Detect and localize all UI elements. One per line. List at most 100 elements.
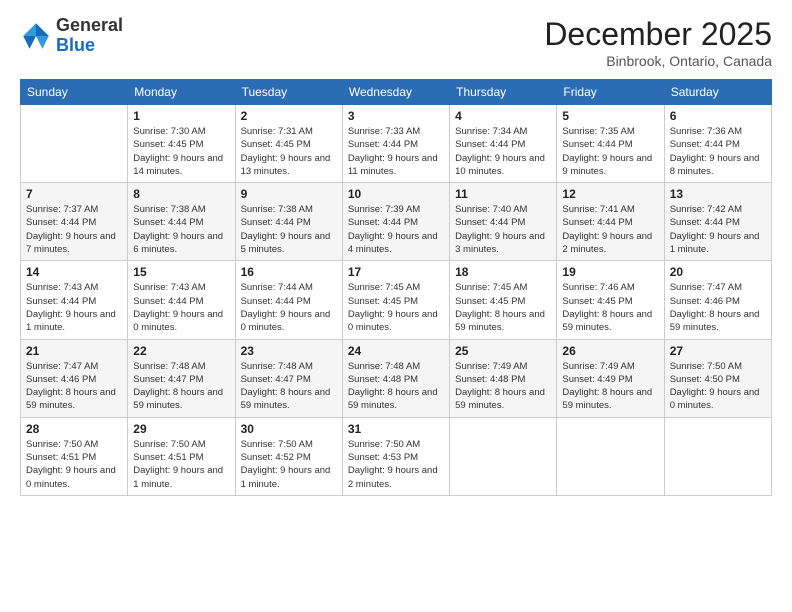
- weekday-header-saturday: Saturday: [664, 80, 771, 105]
- cell-info: Sunrise: 7:45 AMSunset: 4:45 PMDaylight:…: [348, 281, 444, 334]
- cell-day-number: 5: [562, 109, 658, 123]
- cell-info: Sunrise: 7:37 AMSunset: 4:44 PMDaylight:…: [26, 203, 122, 256]
- cell-info: Sunrise: 7:45 AMSunset: 4:45 PMDaylight:…: [455, 281, 551, 334]
- calendar-cell: 9Sunrise: 7:38 AMSunset: 4:44 PMDaylight…: [235, 183, 342, 261]
- cell-info: Sunrise: 7:50 AMSunset: 4:51 PMDaylight:…: [133, 438, 229, 491]
- calendar-cell: 30 Sunrise: 7:50 AMSunset: 4:52 PMDayligh…: [235, 417, 342, 495]
- calendar-cell: 21 Sunrise: 7:47 AMSunset: 4:46 PMDayligh…: [21, 339, 128, 417]
- cell-info: Sunrise: 7:38 AMSunset: 4:44 PMDaylight:…: [241, 203, 337, 256]
- logo-text: General Blue: [56, 16, 123, 56]
- calendar-cell: 8Sunrise: 7:38 AMSunset: 4:44 PMDaylight…: [128, 183, 235, 261]
- calendar-cell: 18 Sunrise: 7:45 AMSunset: 4:45 PMDayligh…: [450, 261, 557, 339]
- cell-info: Sunrise: 7:50 AMSunset: 4:52 PMDaylight:…: [241, 438, 337, 491]
- calendar-cell: 24Sunrise: 7:48 AMSunset: 4:48 PMDayligh…: [342, 339, 449, 417]
- calendar-table: SundayMondayTuesdayWednesdayThursdayFrid…: [20, 79, 772, 496]
- cell-day-number: 30: [241, 422, 337, 436]
- cell-info: Sunrise: 7:44 AMSunset: 4:44 PMDaylight:…: [241, 281, 337, 334]
- calendar-cell: 27Sunrise: 7:50 AMSunset: 4:50 PMDayligh…: [664, 339, 771, 417]
- weekday-header-thursday: Thursday: [450, 80, 557, 105]
- weekday-header-sunday: Sunday: [21, 80, 128, 105]
- cell-info: Sunrise: 7:50 AMSunset: 4:51 PMDaylight:…: [26, 438, 122, 491]
- logo-blue: Blue: [56, 36, 123, 56]
- cell-day-number: 1: [133, 109, 229, 123]
- cell-day-number: 6: [670, 109, 766, 123]
- calendar-week-3: 14 Sunrise: 7:43 AMSunset: 4:44 PMDayligh…: [21, 261, 772, 339]
- cell-day-number: 19: [562, 265, 658, 279]
- cell-day-number: 12: [562, 187, 658, 201]
- calendar-cell: 12Sunrise: 7:41 AMSunset: 4:44 PMDayligh…: [557, 183, 664, 261]
- cell-day-number: 28: [26, 422, 122, 436]
- cell-info: Sunrise: 7:47 AMSunset: 4:46 PMDaylight:…: [670, 281, 766, 334]
- calendar-cell: 10Sunrise: 7:39 AMSunset: 4:44 PMDayligh…: [342, 183, 449, 261]
- cell-info: Sunrise: 7:33 AMSunset: 4:44 PMDaylight:…: [348, 125, 444, 178]
- cell-day-number: 29: [133, 422, 229, 436]
- calendar-cell: 20 Sunrise: 7:47 AMSunset: 4:46 PMDayligh…: [664, 261, 771, 339]
- calendar-cell: 26 Sunrise: 7:49 AMSunset: 4:49 PMDayligh…: [557, 339, 664, 417]
- cell-info: Sunrise: 7:38 AMSunset: 4:44 PMDaylight:…: [133, 203, 229, 256]
- cell-info: Sunrise: 7:47 AMSunset: 4:46 PMDaylight:…: [26, 360, 122, 413]
- calendar-cell: 29 Sunrise: 7:50 AMSunset: 4:51 PMDayligh…: [128, 417, 235, 495]
- cell-day-number: 24: [348, 344, 444, 358]
- calendar-week-4: 21 Sunrise: 7:47 AMSunset: 4:46 PMDayligh…: [21, 339, 772, 417]
- cell-day-number: 15: [133, 265, 229, 279]
- calendar-cell: 13 Sunrise: 7:42 AMSunset: 4:44 PMDayligh…: [664, 183, 771, 261]
- calendar-cell: 16 Sunrise: 7:44 AMSunset: 4:44 PMDayligh…: [235, 261, 342, 339]
- calendar-week-1: 1 Sunrise: 7:30 AMSunset: 4:45 PMDaylight…: [21, 105, 772, 183]
- cell-info: Sunrise: 7:34 AMSunset: 4:44 PMDaylight:…: [455, 125, 551, 178]
- cell-day-number: 20: [670, 265, 766, 279]
- cell-info: Sunrise: 7:46 AMSunset: 4:45 PMDaylight:…: [562, 281, 658, 334]
- cell-day-number: 3: [348, 109, 444, 123]
- calendar-cell: [557, 417, 664, 495]
- weekday-header-friday: Friday: [557, 80, 664, 105]
- calendar-cell: 31Sunrise: 7:50 AMSunset: 4:53 PMDayligh…: [342, 417, 449, 495]
- cell-info: Sunrise: 7:30 AMSunset: 4:45 PMDaylight:…: [133, 125, 229, 178]
- cell-day-number: 18: [455, 265, 551, 279]
- calendar-cell: 22 Sunrise: 7:48 AMSunset: 4:47 PMDayligh…: [128, 339, 235, 417]
- cell-day-number: 23: [241, 344, 337, 358]
- weekday-header-tuesday: Tuesday: [235, 80, 342, 105]
- calendar-cell: 5Sunrise: 7:35 AMSunset: 4:44 PMDaylight…: [557, 105, 664, 183]
- cell-info: Sunrise: 7:48 AMSunset: 4:47 PMDaylight:…: [241, 360, 337, 413]
- calendar-cell: 25 Sunrise: 7:49 AMSunset: 4:48 PMDayligh…: [450, 339, 557, 417]
- cell-info: Sunrise: 7:49 AMSunset: 4:48 PMDaylight:…: [455, 360, 551, 413]
- cell-day-number: 13: [670, 187, 766, 201]
- calendar-week-5: 28 Sunrise: 7:50 AMSunset: 4:51 PMDayligh…: [21, 417, 772, 495]
- month-title: December 2025: [544, 16, 772, 53]
- cell-info: Sunrise: 7:42 AMSunset: 4:44 PMDaylight:…: [670, 203, 766, 256]
- cell-day-number: 25: [455, 344, 551, 358]
- cell-day-number: 10: [348, 187, 444, 201]
- cell-info: Sunrise: 7:43 AMSunset: 4:44 PMDaylight:…: [26, 281, 122, 334]
- cell-info: Sunrise: 7:49 AMSunset: 4:49 PMDaylight:…: [562, 360, 658, 413]
- cell-info: Sunrise: 7:50 AMSunset: 4:50 PMDaylight:…: [670, 360, 766, 413]
- calendar-cell: 14 Sunrise: 7:43 AMSunset: 4:44 PMDayligh…: [21, 261, 128, 339]
- cell-info: Sunrise: 7:31 AMSunset: 4:45 PMDaylight:…: [241, 125, 337, 178]
- cell-info: Sunrise: 7:43 AMSunset: 4:44 PMDaylight:…: [133, 281, 229, 334]
- cell-info: Sunrise: 7:48 AMSunset: 4:47 PMDaylight:…: [133, 360, 229, 413]
- cell-day-number: 21: [26, 344, 122, 358]
- weekday-header-row: SundayMondayTuesdayWednesdayThursdayFrid…: [21, 80, 772, 105]
- location: Binbrook, Ontario, Canada: [544, 53, 772, 69]
- cell-day-number: 26: [562, 344, 658, 358]
- cell-day-number: 16: [241, 265, 337, 279]
- weekday-header-wednesday: Wednesday: [342, 80, 449, 105]
- cell-day-number: 4: [455, 109, 551, 123]
- calendar-week-2: 7Sunrise: 7:37 AMSunset: 4:44 PMDaylight…: [21, 183, 772, 261]
- calendar-cell: 19 Sunrise: 7:46 AMSunset: 4:45 PMDayligh…: [557, 261, 664, 339]
- calendar-cell: 17Sunrise: 7:45 AMSunset: 4:45 PMDayligh…: [342, 261, 449, 339]
- calendar-cell: 3 Sunrise: 7:33 AMSunset: 4:44 PMDaylight…: [342, 105, 449, 183]
- calendar-cell: [664, 417, 771, 495]
- logo-general: General: [56, 16, 123, 36]
- calendar-cell: 11Sunrise: 7:40 AMSunset: 4:44 PMDayligh…: [450, 183, 557, 261]
- cell-day-number: 14: [26, 265, 122, 279]
- calendar-page: General Blue December 2025 Binbrook, Ont…: [0, 0, 792, 612]
- calendar-cell: 7Sunrise: 7:37 AMSunset: 4:44 PMDaylight…: [21, 183, 128, 261]
- calendar-cell: 1 Sunrise: 7:30 AMSunset: 4:45 PMDaylight…: [128, 105, 235, 183]
- page-header: General Blue December 2025 Binbrook, Ont…: [20, 16, 772, 69]
- logo-icon: [20, 20, 52, 52]
- title-block: December 2025 Binbrook, Ontario, Canada: [544, 16, 772, 69]
- cell-info: Sunrise: 7:40 AMSunset: 4:44 PMDaylight:…: [455, 203, 551, 256]
- cell-day-number: 31: [348, 422, 444, 436]
- cell-day-number: 22: [133, 344, 229, 358]
- calendar-cell: 4 Sunrise: 7:34 AMSunset: 4:44 PMDaylight…: [450, 105, 557, 183]
- calendar-cell: 6Sunrise: 7:36 AMSunset: 4:44 PMDaylight…: [664, 105, 771, 183]
